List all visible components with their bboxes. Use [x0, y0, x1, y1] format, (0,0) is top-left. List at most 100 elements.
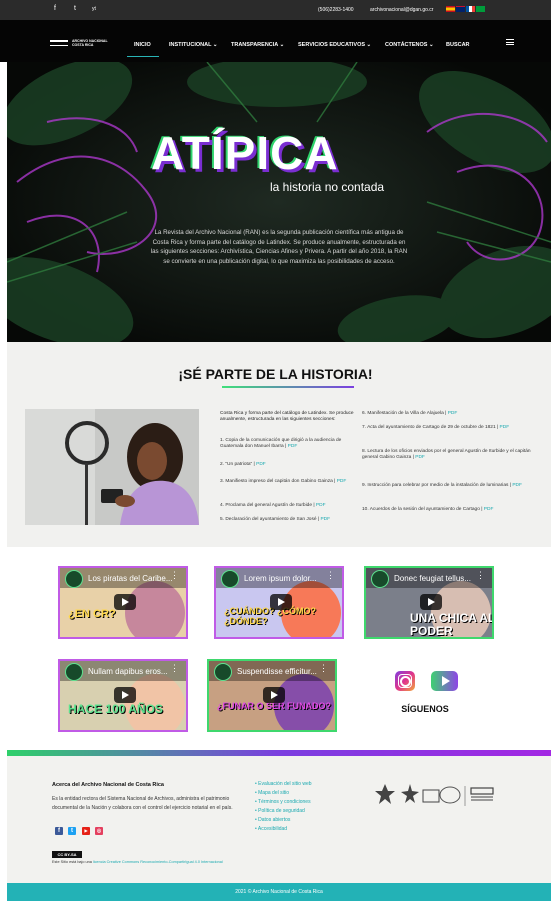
brazil-flag-icon[interactable] — [476, 6, 485, 12]
footer-link[interactable]: • Evaluación del sitio web — [255, 781, 312, 787]
youtube-icon[interactable] — [431, 671, 458, 691]
document-list-item: 5. Declaración del ayuntamiento de San J… — [220, 517, 366, 523]
creative-commons-badge[interactable]: CC BY-SA — [52, 851, 82, 858]
footer-about-title: Acerca del Archivo Nacional de Costa Ric… — [52, 782, 164, 788]
nav-item-transparencia[interactable]: TRANSPARENCIA ⌄ — [231, 42, 284, 48]
star-logo-icon — [401, 784, 419, 803]
document-title: 4. Proclama del general Agustín de Iturb… — [220, 503, 315, 508]
document-list-item: 2. "Un patriota" | PDF — [220, 462, 366, 468]
section-heading: ¡SÉ PARTE DE LA HISTORIA! — [178, 366, 373, 382]
footer-youtube-icon[interactable]: ▶ — [82, 827, 90, 835]
site-logo[interactable]: ARCHIVO NACIONAL COSTA RICA — [50, 39, 118, 48]
hero-foliage-background — [7, 62, 551, 342]
more-options-icon[interactable]: ⋮ — [170, 664, 179, 673]
channel-avatar-icon[interactable] — [65, 570, 83, 588]
video-thumbnail[interactable]: Suspendisse efficitur... ⋮ ¿FUNAR O SER FU… — [207, 659, 337, 732]
pdf-link[interactable]: PDF — [337, 479, 347, 484]
play-button-icon[interactable] — [270, 594, 292, 610]
video-title[interactable]: Lorem ipsum dolor... — [244, 574, 316, 583]
menu-icon[interactable] — [506, 39, 514, 45]
nav-item-institucional[interactable]: INSTITUCIONAL ⌄ — [169, 42, 218, 48]
main-navigation: ARCHIVO NACIONAL COSTA RICA INICIO INSTI… — [0, 20, 551, 62]
play-button-icon[interactable] — [114, 687, 136, 703]
document-title: 10. Acuerdos de la sesión del ayuntamien… — [362, 507, 483, 512]
active-nav-indicator — [127, 56, 159, 57]
footer-link[interactable]: • Accesibilidad — [255, 826, 287, 832]
phone-number[interactable]: (506)2283-1400 — [318, 7, 354, 13]
document-title: 8. Lectura de los oficios enviados por e… — [362, 449, 531, 460]
more-options-icon[interactable]: ⋮ — [326, 571, 335, 580]
more-options-icon[interactable]: ⋮ — [170, 571, 179, 580]
hero-description: La Revista del Archivo Nacional (RAN) es… — [150, 229, 408, 265]
pdf-link[interactable]: PDF — [320, 517, 330, 522]
video-thumbnail[interactable]: Donec feugiat tellus... ⋮ UNA CHICA AL POD… — [364, 566, 494, 639]
video-title[interactable]: Donec feugiat tellus... — [394, 574, 471, 583]
nav-item-contactenos[interactable]: CONTÁCTENOS ⌄ — [385, 42, 434, 48]
document-list-item: 9. Instrucción para celebrar por medio d… — [362, 483, 532, 489]
pdf-link[interactable]: PDF — [316, 503, 326, 508]
footer-about-text: Es la entidad rectora del Sistema Nacion… — [52, 796, 233, 811]
top-bar: f t yt (506)2283-1400 archivonacional@dg… — [0, 0, 551, 20]
document-list-item: 10. Acuerdos de la sesión del ayuntamien… — [362, 507, 532, 513]
video-title[interactable]: Los piratas del Caribe... — [88, 574, 173, 583]
footer-link[interactable]: • Política de seguridad — [255, 808, 305, 814]
pdf-link[interactable]: PDF — [415, 455, 425, 460]
play-button-icon[interactable] — [263, 687, 285, 703]
footer-facebook-icon[interactable]: f — [55, 827, 63, 835]
channel-avatar-icon[interactable] — [214, 663, 232, 681]
more-options-icon[interactable]: ⋮ — [476, 571, 485, 580]
youtube-icon[interactable]: yt — [92, 6, 96, 12]
play-button-icon[interactable] — [114, 594, 136, 610]
document-title: 6. Manifestación de la Villa de Alajuela… — [362, 411, 447, 416]
copyright-bar: 2021 © Archivo Nacional de Costa Rica — [7, 883, 551, 901]
nav-item-servicios-educativos[interactable]: SERVICIOS EDUCATIVOS ⌄ — [298, 42, 371, 48]
video-overlay-text: HACE 100 AÑOS — [68, 702, 163, 716]
document-list-item: 4. Proclama del general Agustín de Iturb… — [220, 503, 366, 509]
spain-flag-icon[interactable] — [446, 6, 455, 12]
document-list-item: 1. Copia de la comunicación que dirigió … — [220, 438, 366, 450]
video-thumbnail[interactable]: Los piratas del Caribe... ⋮ ¿EN CR? — [58, 566, 188, 639]
channel-avatar-icon[interactable] — [65, 663, 83, 681]
document-title: 3. Manifiesto impreso del capitán don Ga… — [220, 479, 336, 484]
license-prefix: Este Sitio está bajo una — [52, 860, 93, 864]
document-list-item: 6. Manifestación de la Villa de Alajuela… — [362, 411, 532, 417]
video-thumbnail[interactable]: Lorem ipsum dolor... ⋮ ¿CUÁNDO? ¿CÓMO? ¿DÓ… — [214, 566, 344, 639]
pdf-link[interactable]: PDF — [256, 462, 266, 467]
section-intro: Costa Rica y forma parte del catálogo de… — [220, 411, 354, 422]
nav-item-buscar[interactable]: BUSCAR — [446, 42, 470, 48]
footer-link[interactable]: • Mapa del sitio — [255, 790, 289, 796]
nav-item-inicio[interactable]: INICIO — [134, 42, 151, 48]
shield-logo-icon — [375, 784, 395, 804]
uk-flag-icon[interactable] — [456, 6, 465, 12]
video-title[interactable]: Suspendisse efficitur... — [237, 667, 317, 676]
document-list-item: 3. Manifiesto impreso del capitán don Ga… — [220, 479, 366, 485]
document-list-item: 8. Lectura de los oficios enviados por e… — [362, 449, 532, 461]
footer-instagram-icon[interactable]: ◎ — [95, 827, 103, 835]
footer-link[interactable]: • Datos abiertos — [255, 817, 290, 823]
pdf-link[interactable]: PDF — [512, 483, 522, 488]
channel-avatar-icon[interactable] — [371, 570, 389, 588]
instagram-icon[interactable] — [395, 671, 415, 691]
pdf-link[interactable]: PDF — [484, 507, 494, 512]
channel-avatar-icon[interactable] — [221, 570, 239, 588]
license-link[interactable]: licencia Creative Commons Reconocimiento… — [93, 860, 223, 864]
document-title: 7. Acta del ayuntamiento de Cartago de 2… — [362, 425, 499, 430]
france-flag-icon[interactable] — [466, 6, 475, 12]
document-title: 2. "Un patriota" | — [220, 462, 255, 467]
pdf-link[interactable]: PDF — [500, 425, 510, 430]
facebook-icon[interactable]: f — [54, 5, 56, 12]
footer-twitter-icon[interactable]: t — [68, 827, 76, 835]
footer-link[interactable]: • Términos y condiciones — [255, 799, 311, 805]
play-button-icon[interactable] — [420, 594, 442, 610]
twitter-icon[interactable]: t — [74, 5, 76, 12]
document-list-item: 7. Acta del ayuntamiento de Cartago de 2… — [362, 425, 532, 431]
document-title: 5. Declaración del ayuntamiento de San J… — [220, 517, 320, 522]
pdf-link[interactable]: PDF — [288, 444, 298, 449]
more-options-icon[interactable]: ⋮ — [319, 664, 328, 673]
video-thumbnail[interactable]: Nullam dapibus eros... ⋮ HACE 100 AÑOS — [58, 659, 188, 732]
video-title[interactable]: Nullam dapibus eros... — [88, 667, 168, 676]
pdf-link[interactable]: PDF — [448, 411, 458, 416]
email-address[interactable]: archivonacional@dgan.go.cr — [370, 7, 433, 13]
logo-text: ARCHIVO NACIONAL COSTA RICA — [72, 39, 108, 47]
video-overlay-text: UNA CHICA AL PODER — [410, 611, 494, 638]
